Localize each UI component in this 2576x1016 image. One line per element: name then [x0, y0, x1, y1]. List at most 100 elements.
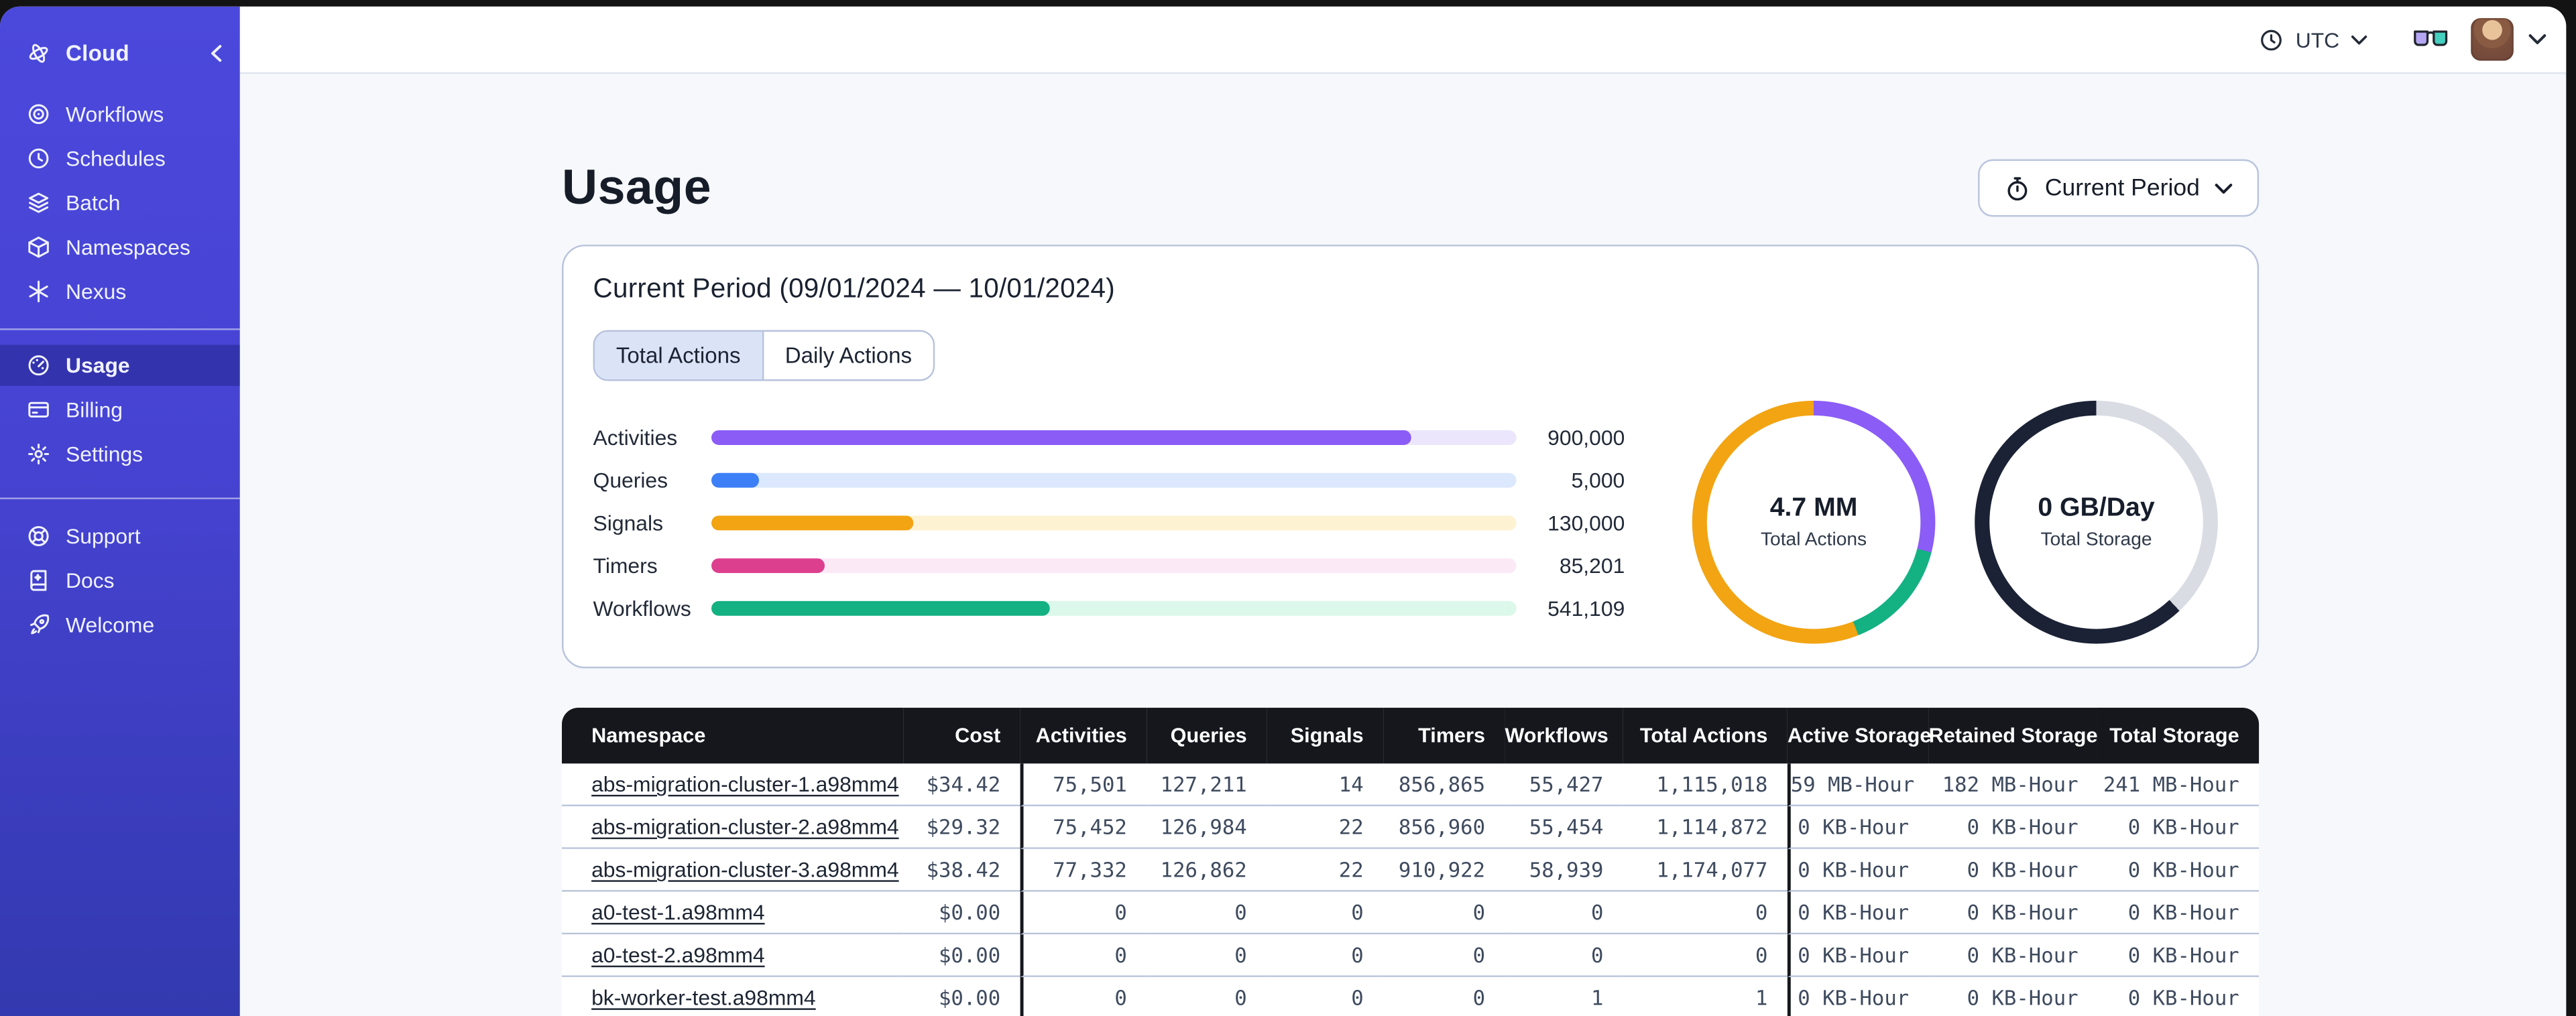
user-avatar[interactable] [2471, 17, 2514, 61]
sidebar-item-batch[interactable]: Batch [0, 181, 240, 225]
total-actions-donut: 4.7 MM Total Actions [1692, 400, 1936, 644]
table-row: abs-migration-cluster-1.a98mm4 $34.42 75,5… [561, 763, 2260, 807]
sidebar-item-label: Nexus [66, 279, 127, 304]
table-cell: 0 [1383, 891, 1505, 935]
sidebar-item-usage[interactable]: Usage [0, 344, 240, 386]
namespace-link[interactable]: a0-test-2.a98mm4 [591, 942, 765, 967]
table-header-row: Namespace Cost Activities Queries Signals Tim… [561, 708, 2260, 764]
table-cell: 127,211 [1147, 763, 1267, 807]
timezone-selector[interactable]: UTC [2260, 27, 2367, 52]
usage-bar-row-timers: Timers 85,201 [593, 544, 1625, 586]
namespace-usage-table: Namespace Cost Activities Queries Signals Tim… [561, 708, 2260, 1016]
support-icon [25, 523, 51, 549]
period-selector-button[interactable]: Current Period [1977, 159, 2260, 217]
tab-daily-actions[interactable]: Daily Actions [762, 331, 933, 380]
namespace-link[interactable]: abs-migration-cluster-1.a98mm4 [591, 772, 899, 797]
incognito-glasses-icon[interactable] [2413, 29, 2448, 49]
sidebar-item-docs[interactable]: Docs [0, 558, 240, 602]
topbar: UTC [239, 6, 2567, 74]
table-cell: 126,984 [1147, 806, 1267, 849]
usage-bar-row-activities: Activities 900,000 [593, 416, 1625, 458]
table-cell: 0 [1267, 891, 1384, 935]
usage-charts: Activities 900,000 Queries 5,000 Signals 130,… [593, 397, 2228, 647]
bar-fill [711, 429, 1412, 444]
table-cell: 241 MB-Hour [2097, 763, 2260, 807]
column-header-signals: Signals [1267, 708, 1384, 764]
sidebar-item-support[interactable]: Support [0, 514, 240, 558]
column-header-activities: Activities [1020, 708, 1147, 764]
table-cell: 126,862 [1147, 848, 1267, 892]
table-cell: $0.00 [903, 976, 1020, 1016]
table-cell: 856,960 [1383, 806, 1505, 849]
namespace-link[interactable]: bk-worker-test.a98mm4 [591, 985, 816, 1010]
schedules-icon [25, 145, 51, 172]
sidebar: Cloud Workflows Schedules Batch Namespaces N… [0, 6, 240, 1016]
namespace-cell: abs-migration-cluster-2.a98mm4 [561, 806, 904, 849]
table-row: abs-migration-cluster-3.a98mm4 $38.42 77,3… [561, 848, 2260, 892]
bar-value: 130,000 [1547, 509, 1625, 535]
column-header-total-storage: Total Storage [2097, 708, 2260, 764]
docs-icon [25, 568, 51, 594]
table-cell: 0 [1267, 934, 1384, 977]
namespace-link[interactable]: a0-test-1.a98mm4 [591, 900, 765, 925]
bar-track [711, 429, 1517, 444]
page-title: Usage [561, 160, 712, 214]
sidebar-item-billing[interactable]: Billing [0, 387, 240, 432]
column-header-active-storage: Active Storage [1787, 708, 1931, 764]
sidebar-item-workflows[interactable]: Workflows [0, 92, 240, 136]
tab-total-actions[interactable]: Total Actions [594, 331, 762, 380]
sidebar-item-welcome[interactable]: Welcome [0, 602, 240, 647]
collapse-sidebar-icon[interactable] [209, 44, 223, 62]
sidebar-item-schedules[interactable]: Schedules [0, 136, 240, 180]
sidebar-nav-account: Usage Billing Settings [0, 344, 240, 477]
bar-label: Workflows [593, 595, 691, 620]
table-cell: 0 KB-Hour [2097, 891, 2260, 935]
total-storage-donut: 0 GB/Day Total Storage [1975, 400, 2218, 644]
bar-fill [711, 515, 913, 530]
table-cell: 0 [1383, 976, 1505, 1016]
sidebar-nav-help: Support Docs Welcome [0, 514, 240, 647]
table-cell: 0 KB-Hour [1928, 848, 2098, 892]
bar-track [711, 557, 1517, 572]
table-cell: 0 KB-Hour [1928, 976, 2098, 1016]
bar-value: 541,109 [1547, 595, 1625, 620]
table-cell: 1 [1623, 976, 1788, 1016]
column-header-workflows: Workflows [1505, 708, 1623, 764]
table-cell: 0 KB-Hour [2097, 806, 2260, 849]
welcome-icon [25, 612, 51, 638]
namespace-cell: a0-test-2.a98mm4 [561, 934, 904, 977]
period-button-label: Current Period [2044, 174, 2200, 202]
table-cell: 0 [1505, 934, 1623, 977]
column-header-queries: Queries [1147, 708, 1267, 764]
table-cell: $0.00 [903, 934, 1020, 977]
table-cell: 1,115,018 [1623, 763, 1788, 807]
sidebar-divider [0, 328, 240, 330]
sidebar-item-namespaces[interactable]: Namespaces [0, 225, 240, 269]
table-cell: 55,454 [1505, 806, 1623, 849]
bar-label: Timers [593, 552, 658, 578]
sidebar-item-label: Batch [66, 190, 121, 215]
chevron-down-icon [2215, 182, 2233, 195]
bar-fill [711, 472, 760, 487]
table-cell: $34.42 [903, 763, 1020, 807]
sidebar-item-nexus[interactable]: Nexus [0, 269, 240, 314]
table-cell: $29.32 [903, 806, 1020, 849]
usage-donuts: 4.7 MM Total Actions 0 GB/Day Total Storage [1692, 400, 2228, 644]
table-cell: 0 [1383, 934, 1505, 977]
sidebar-brand[interactable]: Cloud [0, 29, 240, 76]
donut-center-value: 0 GB/Day [2038, 494, 2155, 523]
bar-label: Queries [593, 467, 668, 492]
chevron-down-icon [2351, 34, 2367, 45]
namespace-link[interactable]: abs-migration-cluster-3.a98mm4 [591, 857, 899, 882]
batch-icon [25, 190, 51, 216]
sidebar-item-label: Usage [66, 353, 130, 378]
table-cell: 0 [1020, 934, 1147, 977]
table-cell: 0 KB-Hour [2097, 848, 2260, 892]
sidebar-item-settings[interactable]: Settings [0, 432, 240, 476]
usage-bar-row-queries: Queries 5,000 [593, 458, 1625, 501]
namespace-link[interactable]: abs-migration-cluster-2.a98mm4 [591, 814, 899, 839]
cloud-orbit-icon [25, 40, 51, 66]
table-cell: 14 [1267, 763, 1384, 807]
account-menu-chevron-icon[interactable] [2528, 33, 2546, 46]
bar-value: 900,000 [1547, 424, 1625, 450]
